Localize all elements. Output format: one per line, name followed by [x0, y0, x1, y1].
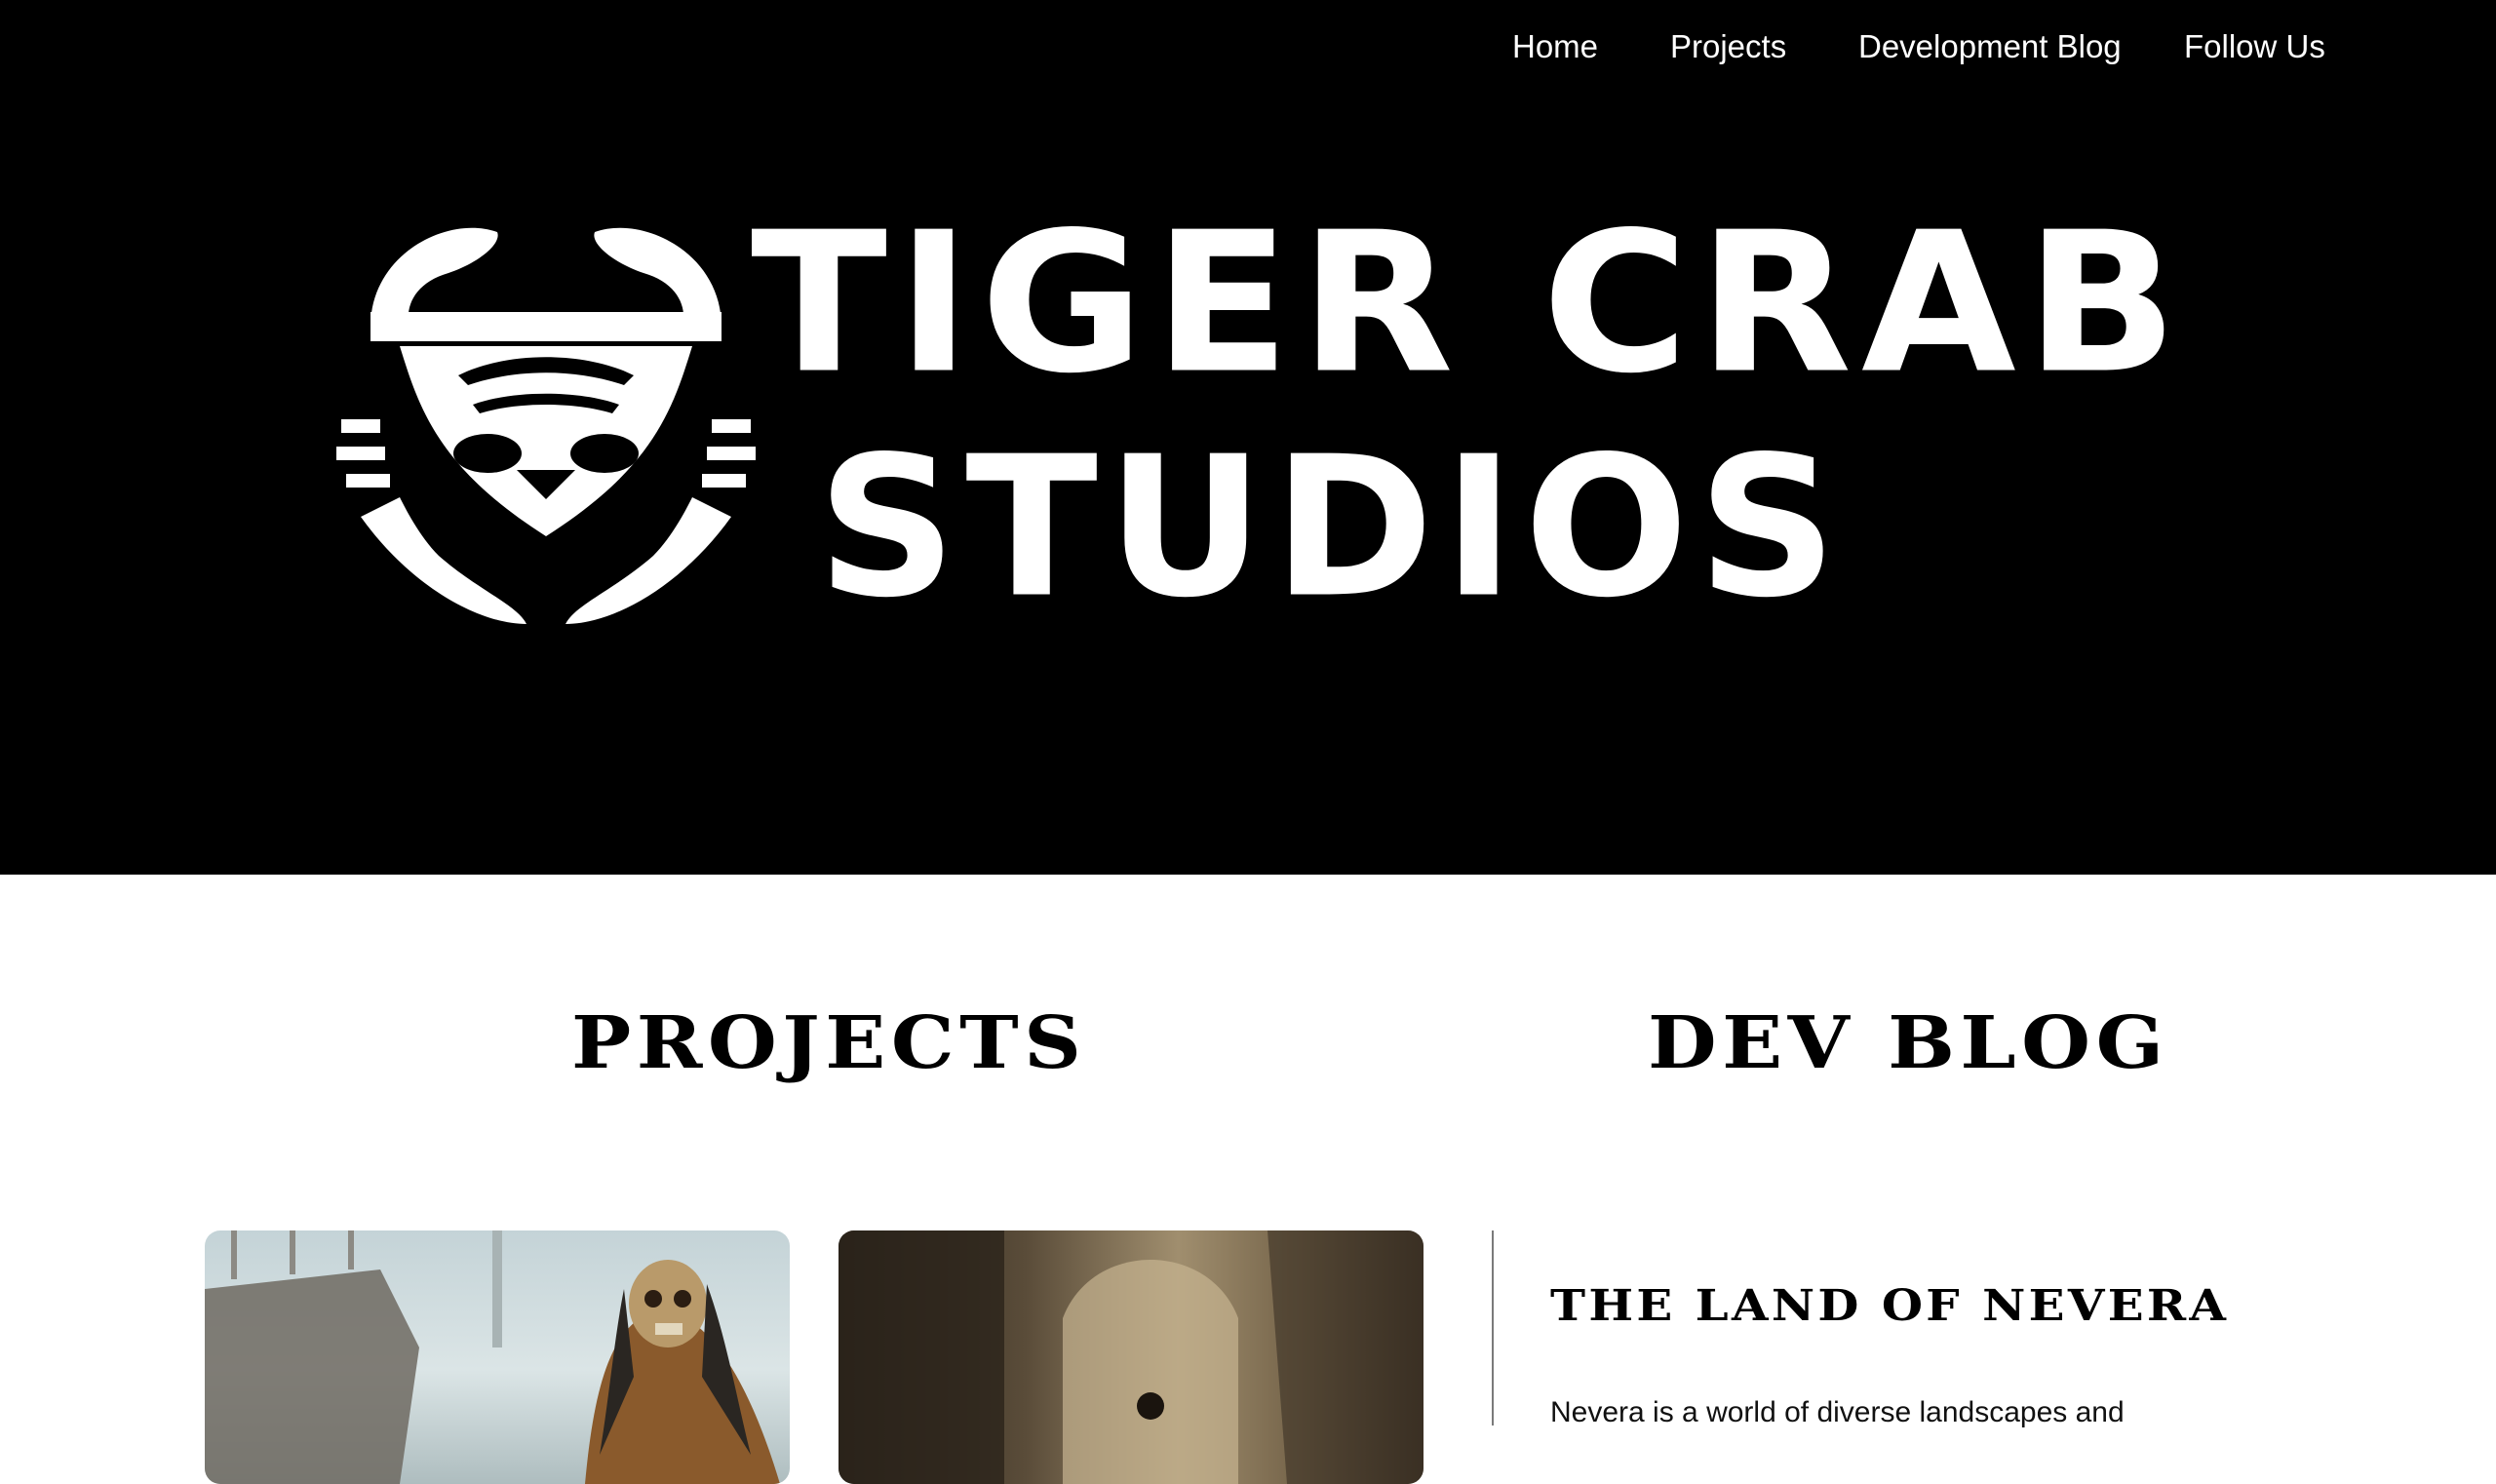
project-card-archway[interactable] — [838, 1230, 1424, 1484]
studio-wordmark: TIGER CRAB STUDIOS — [751, 207, 2178, 641]
dev-blog-heading: DEV BLOG — [1648, 1001, 2169, 1085]
nav-home-link[interactable]: Home — [1512, 21, 1598, 72]
tiger-crab-icon — [336, 227, 756, 624]
projects-heading: PROJECTS — [571, 1001, 1087, 1085]
column-divider — [1492, 1230, 1494, 1425]
wordmark-line-2: STUDIOS — [817, 414, 1847, 641]
project-artwork-skeleton-pirate — [205, 1230, 780, 1484]
blog-post-title[interactable]: THE LAND OF NEVERA — [1550, 1281, 2229, 1332]
nav-follow-us-link[interactable]: Follow Us — [2184, 21, 2325, 72]
studio-logo[interactable]: TIGER CRAB STUDIOS — [332, 207, 2178, 634]
project-card-ship[interactable] — [205, 1230, 790, 1484]
blog-post-excerpt: Nevera is a world of diverse landscapes … — [1550, 1396, 2125, 1428]
nav-projects-link[interactable]: Projects — [1670, 21, 1786, 72]
site-header: Home Projects Development Blog Follow Us — [0, 0, 2496, 875]
project-artwork-archway — [838, 1230, 1424, 1484]
wordmark-line-1: TIGER CRAB — [751, 190, 2188, 416]
nav-development-blog-link[interactable]: Development Blog — [1858, 21, 2122, 72]
main-nav: Home Projects Development Blog Follow Us — [0, 21, 2496, 72]
